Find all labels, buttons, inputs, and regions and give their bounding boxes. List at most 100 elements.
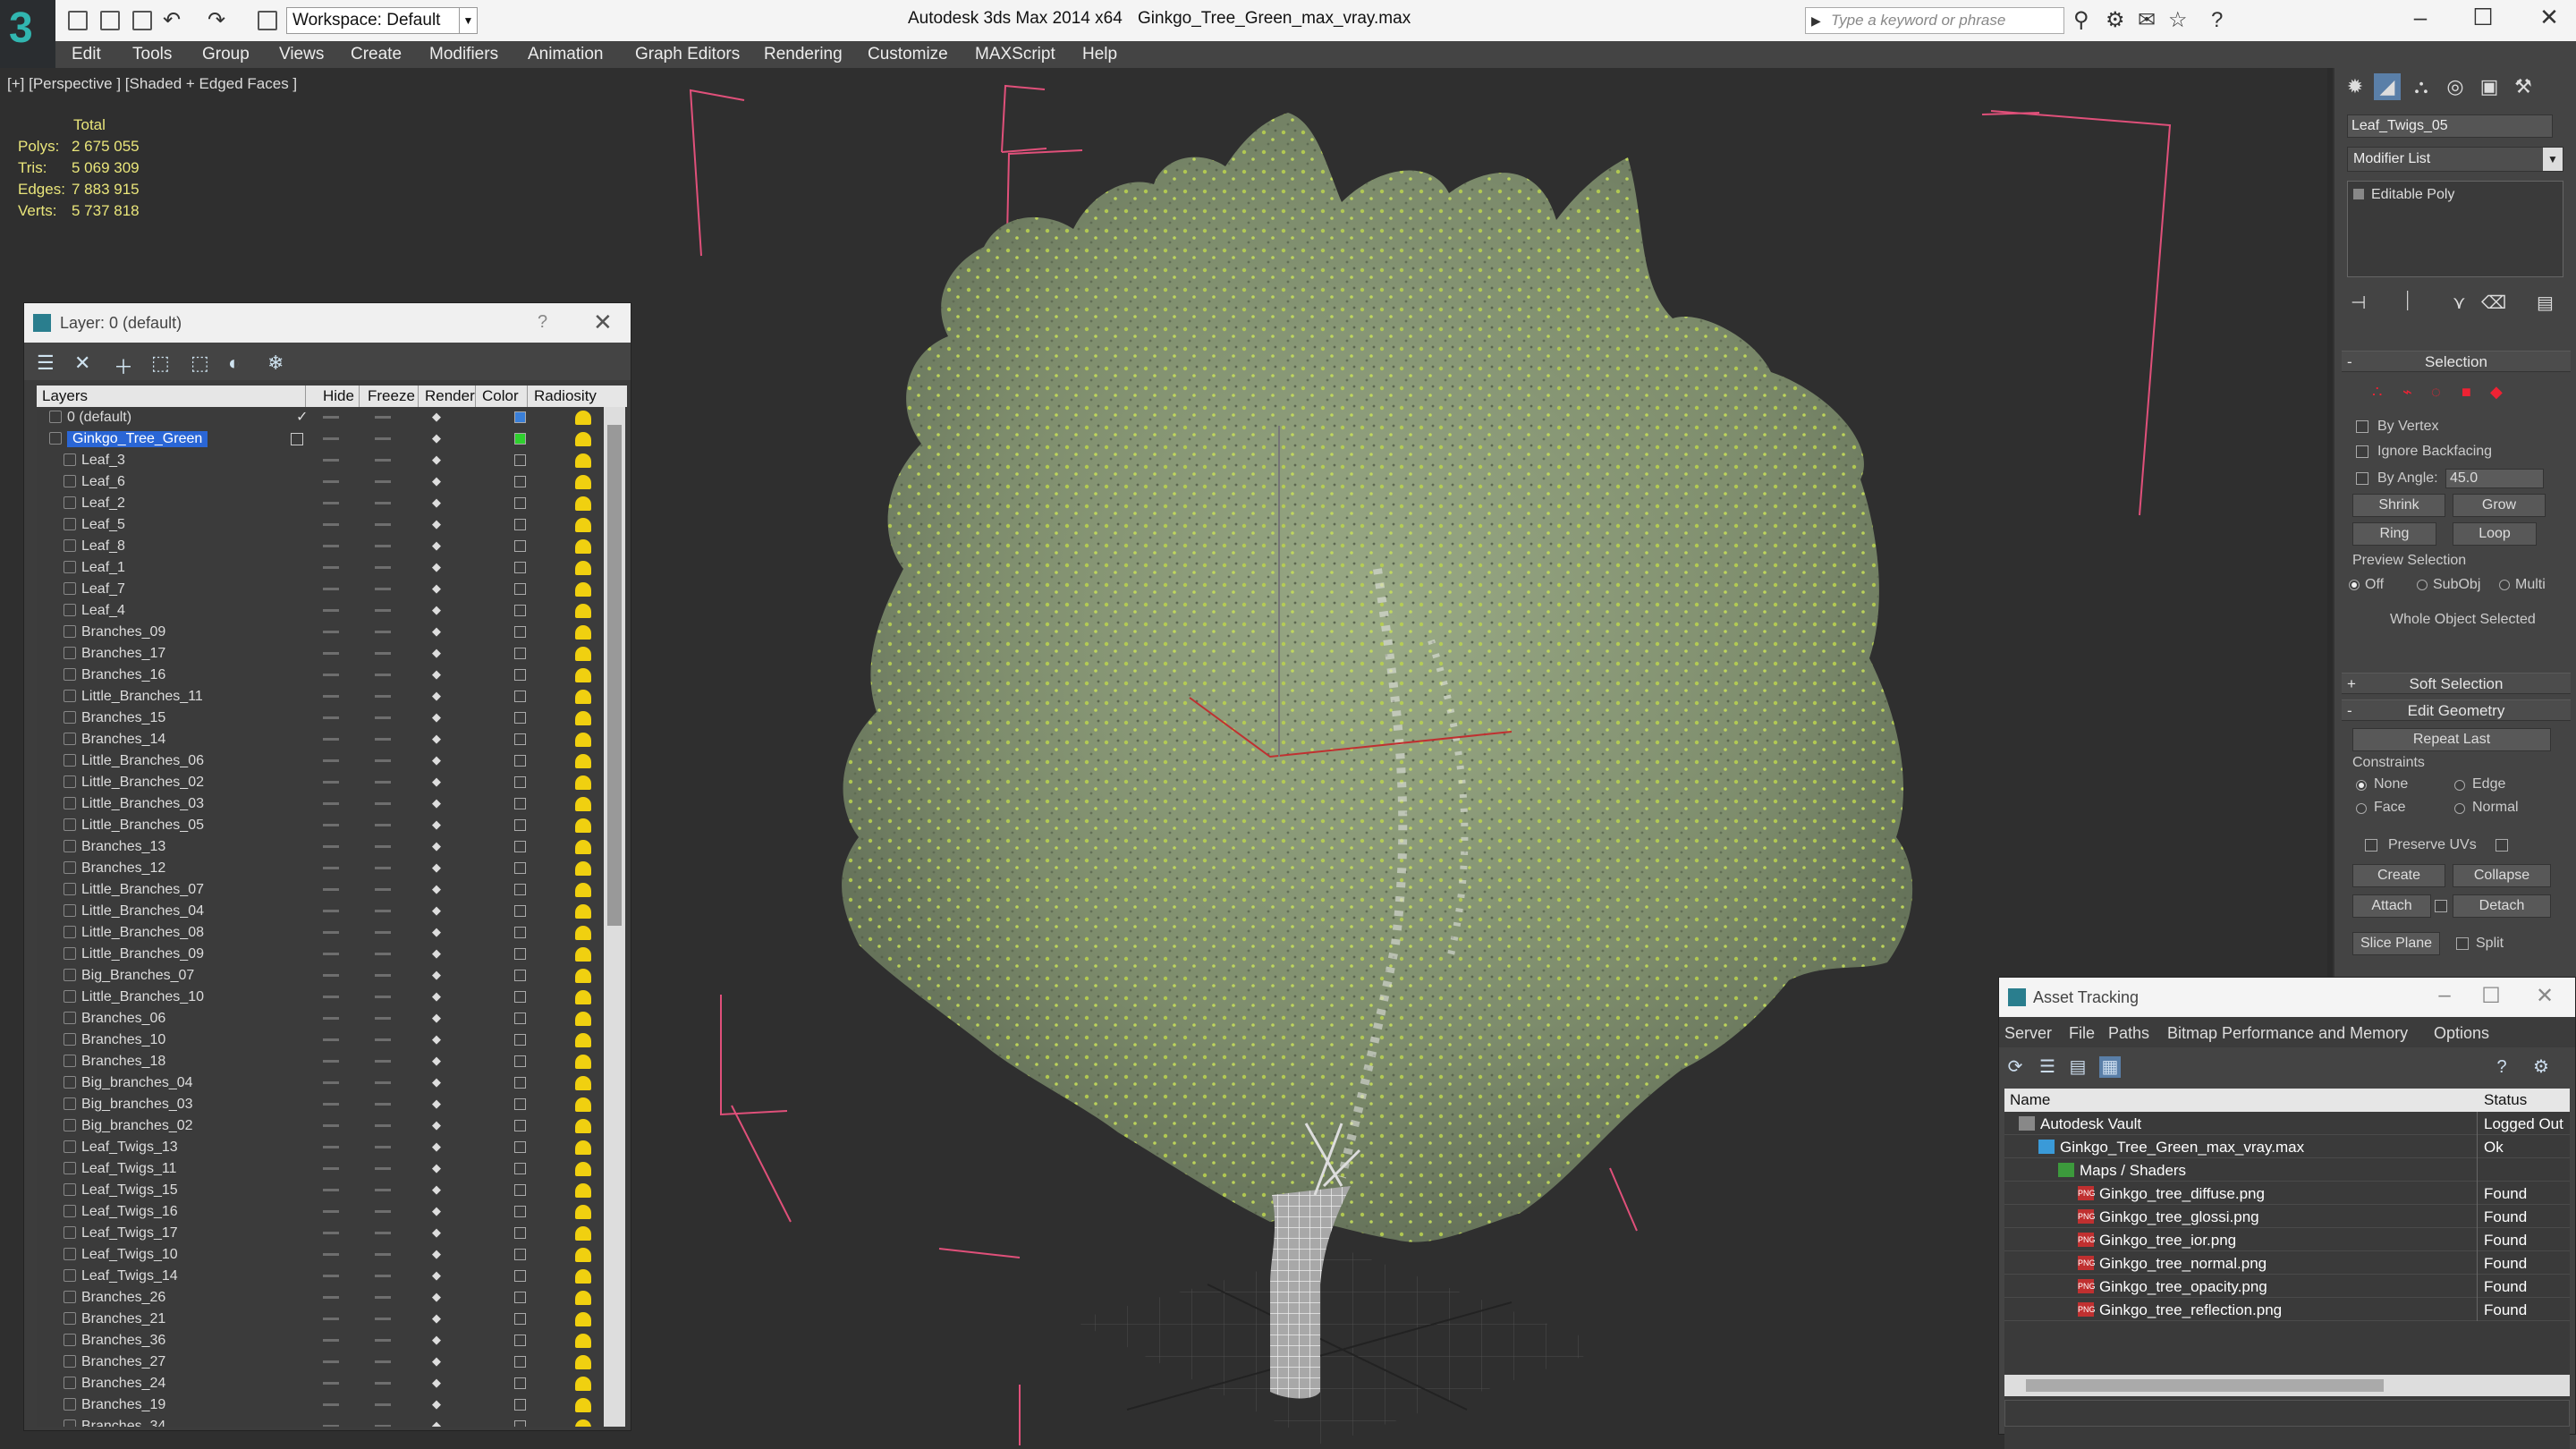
col-status[interactable]: Status: [2484, 1091, 2527, 1109]
render-teapot-icon[interactable]: ◆: [432, 1269, 445, 1282]
constraint-face-radio[interactable]: [2356, 803, 2367, 814]
scrollbar-thumb[interactable]: [607, 425, 622, 926]
radiosity-icon[interactable]: [575, 1419, 591, 1427]
render-teapot-icon[interactable]: ◆: [432, 432, 445, 445]
hide-toggle[interactable]: [323, 1253, 339, 1256]
menu-help[interactable]: Help: [1082, 45, 1117, 64]
layer-row[interactable]: Branches_06 ◆: [37, 1008, 627, 1030]
layer-name[interactable]: Little_Branches_08: [81, 925, 204, 941]
hide-toggle[interactable]: [323, 888, 339, 891]
layer-name[interactable]: Little_Branches_04: [81, 903, 204, 919]
layer-color-swatch[interactable]: [514, 1055, 526, 1067]
asset-window-titlebar[interactable]: Asset Tracking – ☐ ✕: [1999, 978, 2575, 1017]
layer-color-swatch[interactable]: [514, 1034, 526, 1046]
layer-name[interactable]: Branches_10: [81, 1032, 165, 1048]
layer-name[interactable]: Branches_16: [81, 667, 165, 683]
freeze-toggle[interactable]: [375, 523, 391, 526]
layer-name[interactable]: Branches_06: [81, 1011, 165, 1027]
layer-name[interactable]: Branches_19: [81, 1397, 165, 1413]
layer-name[interactable]: Leaf_8: [81, 538, 125, 555]
radiosity-icon[interactable]: [575, 561, 591, 575]
layer-name[interactable]: Little_Branches_02: [81, 775, 204, 791]
settings-icon[interactable]: ⚙: [2530, 1056, 2552, 1078]
hide-toggle[interactable]: [323, 480, 339, 483]
create-button[interactable]: Create: [2352, 864, 2445, 887]
bulb-icon[interactable]: [2353, 189, 2364, 199]
list-view-icon[interactable]: ☰: [2037, 1056, 2058, 1078]
radiosity-icon[interactable]: [575, 1140, 591, 1155]
freeze-toggle[interactable]: [375, 1146, 391, 1148]
radiosity-icon[interactable]: [575, 582, 591, 597]
col-radiosity[interactable]: Radiosity: [534, 387, 597, 405]
hide-toggle[interactable]: [323, 1124, 339, 1127]
layer-row[interactable]: Branches_15 ◆: [37, 708, 627, 729]
layer-name[interactable]: Branches_21: [81, 1311, 165, 1327]
hide-toggle[interactable]: [323, 1318, 339, 1320]
hide-toggle[interactable]: [323, 566, 339, 569]
freeze-toggle[interactable]: [375, 588, 391, 590]
radiosity-icon[interactable]: [575, 861, 591, 876]
freeze-toggle[interactable]: [375, 1339, 391, 1342]
render-teapot-icon[interactable]: ◆: [432, 582, 445, 595]
search-input[interactable]: ▶ Type a keyword or phrase: [1805, 7, 2064, 34]
freeze-toggle[interactable]: [375, 1253, 391, 1256]
hide-toggle[interactable]: [323, 1296, 339, 1299]
border-mode-icon[interactable]: ◌: [2431, 383, 2449, 401]
layer-row[interactable]: Leaf_7 ◆: [37, 579, 627, 600]
layer-name[interactable]: Ginkgo_Tree_Green: [67, 431, 208, 447]
hide-all-layers-icon[interactable]: ◐: [228, 352, 240, 375]
radiosity-icon[interactable]: [575, 1076, 591, 1090]
render-teapot-icon[interactable]: ◆: [432, 1312, 445, 1325]
layer-row[interactable]: Big_branches_04 ◆: [37, 1072, 627, 1094]
slice-plane-button[interactable]: Slice Plane: [2352, 932, 2440, 955]
layer-row[interactable]: Leaf_Twigs_16 ◆: [37, 1201, 627, 1223]
layer-color-swatch[interactable]: [514, 626, 526, 638]
hide-toggle[interactable]: [323, 953, 339, 955]
col-render[interactable]: Render: [425, 387, 475, 405]
freeze-toggle[interactable]: [375, 738, 391, 741]
hide-toggle[interactable]: [323, 652, 339, 655]
layer-name[interactable]: Branches_26: [81, 1290, 165, 1306]
asset-row[interactable]: PNG Ginkgo_tree_ior.png Found: [2004, 1228, 2570, 1251]
radiosity-icon[interactable]: [575, 733, 591, 747]
favorites-star-icon[interactable]: ☆: [2168, 9, 2188, 32]
layer-name[interactable]: Branches_34: [81, 1419, 165, 1427]
layer-row[interactable]: Branches_16 ◆: [37, 665, 627, 686]
hide-toggle[interactable]: [323, 609, 339, 612]
freeze-toggle[interactable]: [375, 716, 391, 719]
render-teapot-icon[interactable]: ◆: [432, 904, 445, 917]
new-file-icon[interactable]: [68, 11, 88, 30]
repeat-last-button[interactable]: Repeat Last: [2352, 728, 2551, 751]
asset-row[interactable]: PNG Ginkgo_tree_diffuse.png Found: [2004, 1182, 2570, 1205]
create-layer-icon[interactable]: ☰: [37, 352, 55, 375]
layer-color-swatch[interactable]: [514, 648, 526, 659]
asset-row[interactable]: Ginkgo_Tree_Green_max_vray.max Ok: [2004, 1135, 2570, 1158]
menu-rendering[interactable]: Rendering: [764, 45, 843, 64]
asset-name[interactable]: Ginkgo_Tree_Green_max_vray.max: [2060, 1139, 2304, 1157]
render-teapot-icon[interactable]: ◆: [432, 539, 445, 552]
freeze-toggle[interactable]: [375, 1382, 391, 1385]
freeze-toggle[interactable]: [375, 1167, 391, 1170]
layer-row[interactable]: Branches_09 ◆: [37, 622, 627, 643]
layer-color-swatch[interactable]: [514, 691, 526, 702]
hide-toggle[interactable]: [323, 781, 339, 784]
asset-name[interactable]: Autodesk Vault: [2040, 1115, 2141, 1133]
detail-view-icon[interactable]: ▤: [2067, 1056, 2089, 1078]
render-teapot-icon[interactable]: ◆: [432, 711, 445, 724]
layer-color-swatch[interactable]: [514, 1249, 526, 1260]
shrink-button[interactable]: Shrink: [2352, 494, 2445, 517]
layer-color-swatch[interactable]: [514, 476, 526, 487]
freeze-toggle[interactable]: [375, 996, 391, 998]
layer-color-swatch[interactable]: [514, 991, 526, 1003]
radiosity-icon[interactable]: [575, 797, 591, 811]
layer-name[interactable]: Big_branches_03: [81, 1097, 193, 1113]
render-teapot-icon[interactable]: ◆: [432, 926, 445, 938]
layer-name[interactable]: Little_Branches_11: [81, 689, 203, 705]
tree-foliage[interactable]: [842, 113, 1913, 1242]
hide-toggle[interactable]: [323, 824, 339, 826]
redo-icon[interactable]: ↷: [208, 9, 225, 32]
radiosity-icon[interactable]: [575, 883, 591, 897]
freeze-toggle[interactable]: [375, 802, 391, 805]
render-teapot-icon[interactable]: ◆: [432, 861, 445, 874]
layer-color-swatch[interactable]: [514, 1163, 526, 1174]
